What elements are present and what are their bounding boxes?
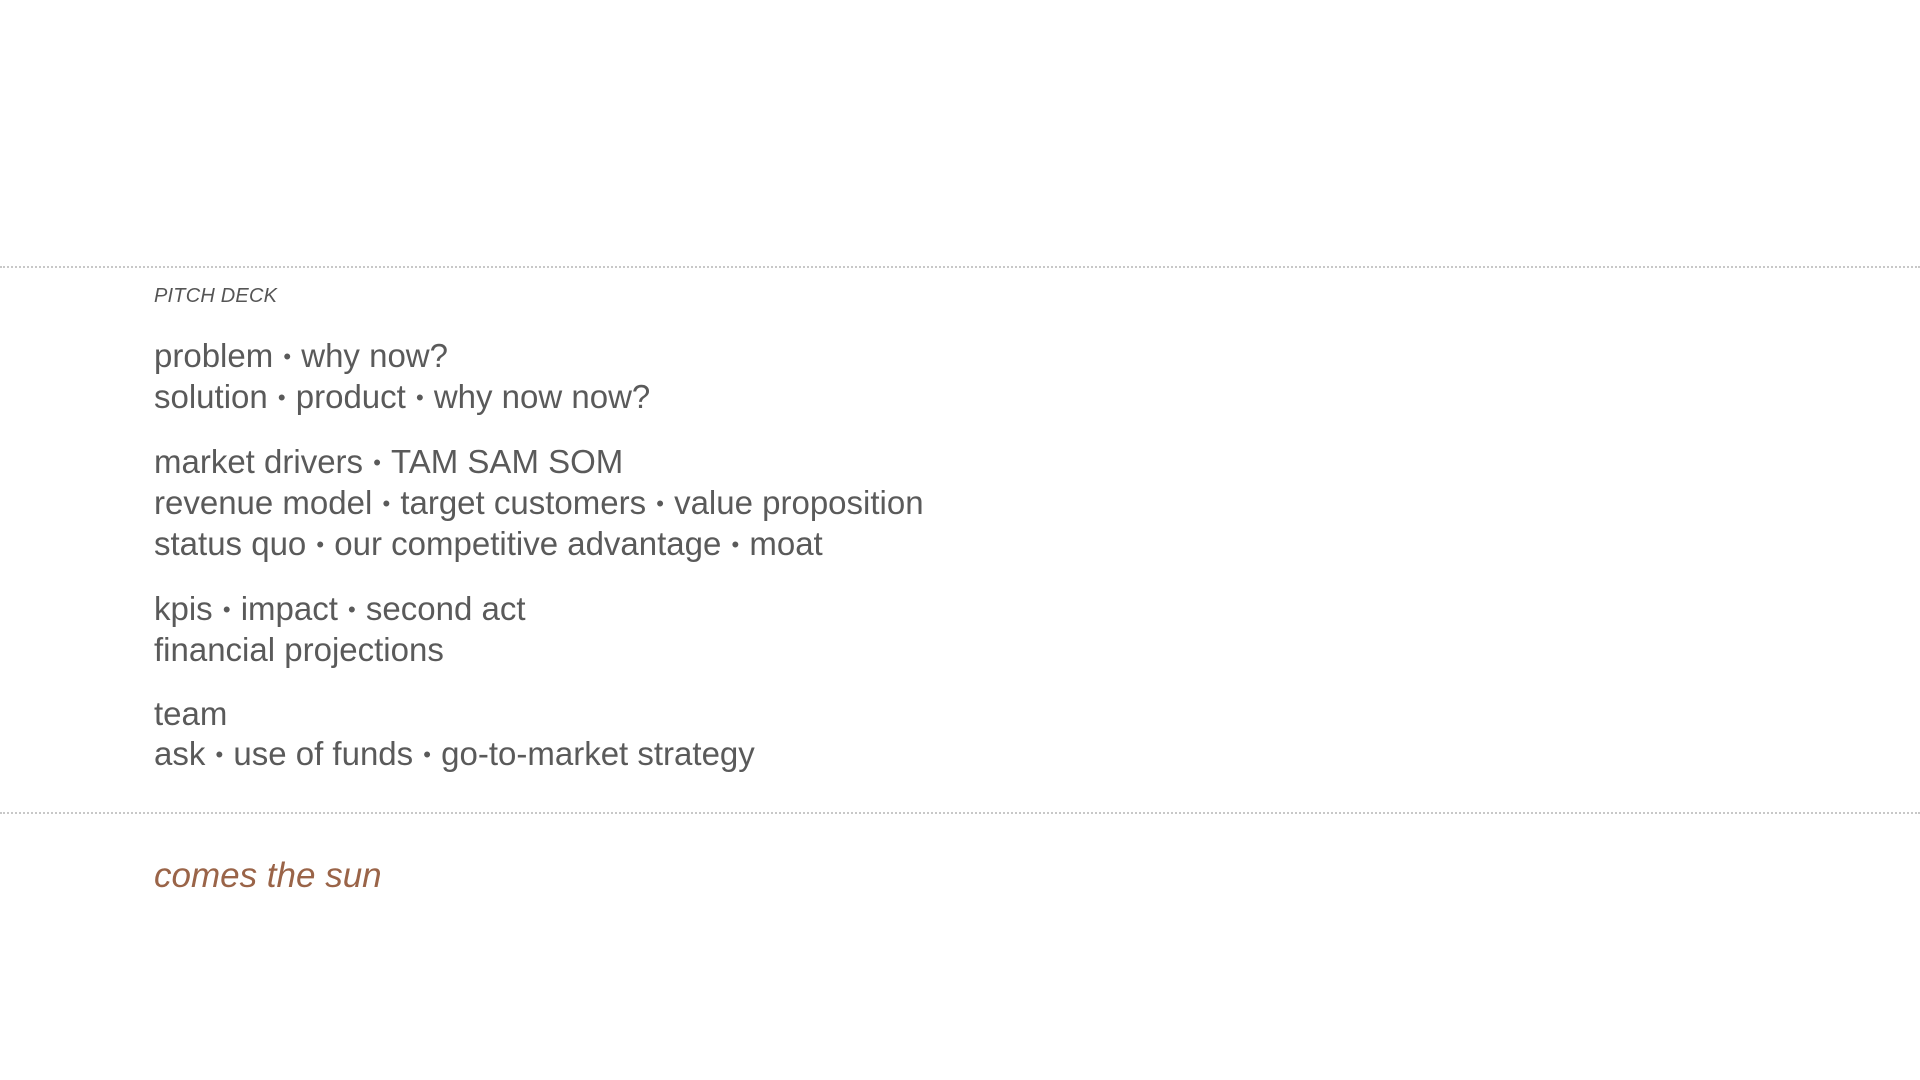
bullet-separator: •: [423, 742, 431, 767]
outline-group: team ask • use of funds • go-to-market strate…: [154, 694, 1754, 775]
bullet-separator: •: [373, 450, 381, 475]
outline-line: kpis • impact • second act: [154, 589, 1754, 630]
outline-item: moat: [749, 525, 823, 562]
outline-item: TAM SAM SOM: [391, 443, 624, 480]
top-divider: [0, 266, 1920, 268]
bullet-separator: •: [348, 597, 356, 622]
outline-line: market drivers • TAM SAM SOM: [154, 442, 1754, 483]
outline-group: problem • why now? solution • product • why now…: [154, 336, 1754, 418]
bullet-separator: •: [277, 385, 286, 410]
outline-item: status quo: [154, 525, 307, 562]
outline-item: kpis: [154, 590, 213, 627]
outline-group: kpis • impact • second act financial projecti…: [154, 589, 1754, 670]
outline-item: problem: [154, 337, 274, 374]
bullet-separator: •: [283, 344, 292, 369]
bullet-separator: •: [731, 532, 740, 557]
outline-item: value proposition: [674, 484, 924, 521]
outline-item: second act: [365, 590, 526, 627]
outline-item: financial projections: [154, 631, 444, 668]
outline-item: why now?: [301, 337, 448, 374]
slide: PITCH DECK problem • why now? solution • prod…: [0, 0, 1920, 1080]
bullet-separator: •: [222, 597, 231, 622]
outline-item: team: [154, 695, 228, 732]
bullet-separator: •: [382, 491, 391, 516]
bullet-separator: •: [656, 491, 664, 516]
bottom-divider: [0, 812, 1920, 814]
outline-line: ask • use of funds • go-to-market strategy: [154, 734, 1754, 775]
outline-group: market drivers • TAM SAM SOM revenue model •…: [154, 442, 1754, 565]
outline-line: financial projections: [154, 630, 1754, 670]
outline-line: status quo • our competitive advantage • moa…: [154, 524, 1754, 565]
outline-line: team: [154, 694, 1754, 734]
section-label: PITCH DECK: [154, 285, 278, 307]
outline-item: ask: [154, 735, 206, 772]
bullet-separator: •: [415, 385, 424, 410]
outline-item: revenue model: [154, 484, 373, 521]
bullet-separator: •: [316, 532, 325, 557]
outline-item: target customers: [400, 484, 647, 521]
outline-item: market drivers: [154, 443, 364, 480]
outline-list: problem • why now? solution • product • why now…: [154, 336, 1754, 799]
tagline: comes the sun: [154, 856, 382, 895]
outline-item: use of funds: [233, 735, 414, 772]
outline-item: product: [295, 378, 406, 415]
outline-item: solution: [154, 378, 268, 415]
outline-item: go-to-market strategy: [441, 735, 755, 772]
outline-line: solution • product • why now now?: [154, 377, 1754, 418]
outline-item: our competitive advantage: [334, 525, 722, 562]
outline-item: impact: [240, 590, 338, 627]
outline-item: why now now?: [433, 378, 651, 415]
outline-line: revenue model • target customers • value pro…: [154, 483, 1754, 524]
bullet-separator: •: [215, 742, 224, 767]
outline-line: problem • why now?: [154, 336, 1754, 377]
